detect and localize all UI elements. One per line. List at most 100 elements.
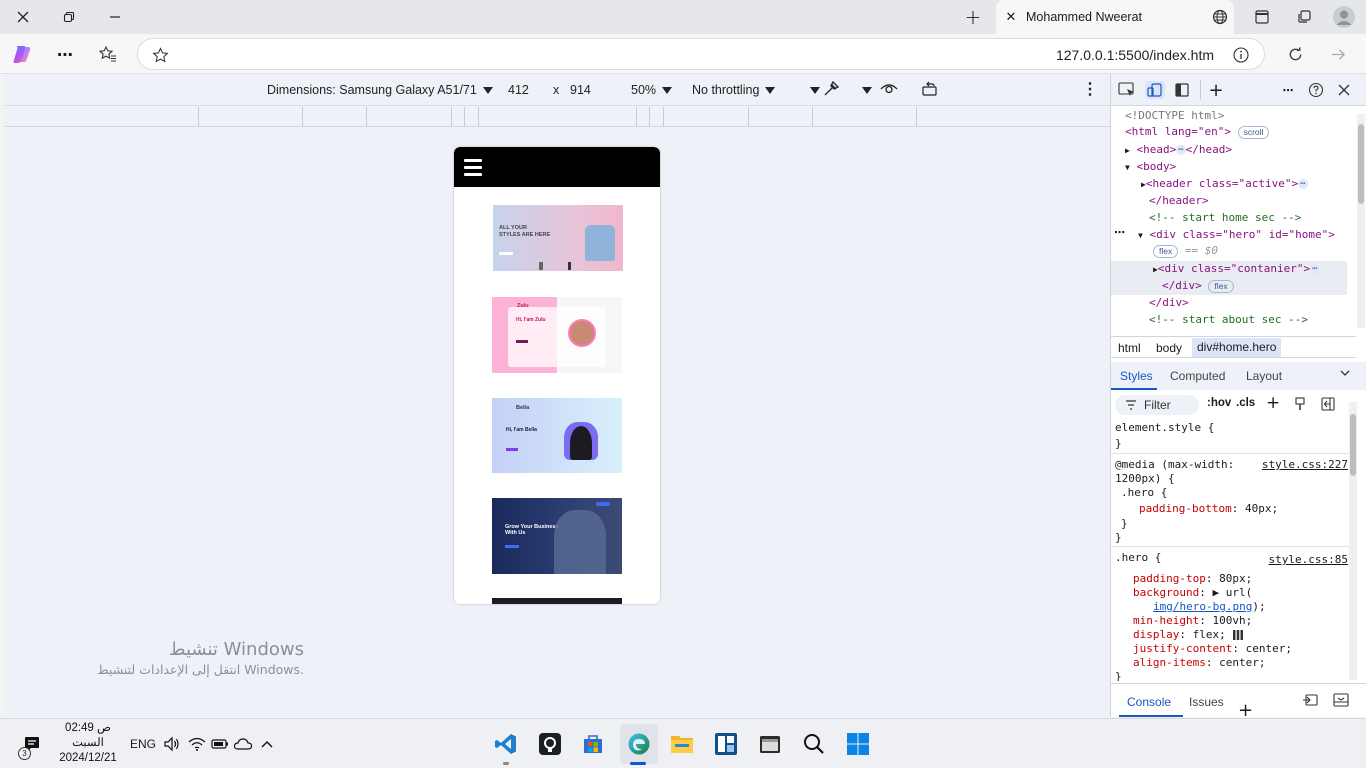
emulated-page[interactable]: ALL YOUR STYLES ARE HERE Zulu Hi, I'am Z… <box>454 147 660 604</box>
vision-deficiency-select[interactable] <box>856 83 872 97</box>
ruler-segment[interactable] <box>366 107 367 126</box>
padding-top-declaration[interactable]: padding-top: 80px; <box>1133 572 1252 585</box>
dock-drawer-button[interactable] <box>1302 693 1318 710</box>
ruler-segment[interactable] <box>302 107 303 126</box>
taskbar-edge[interactable] <box>626 731 652 757</box>
taskbar-terminal[interactable] <box>757 731 783 757</box>
elements-scrollbar[interactable] <box>1357 114 1365 328</box>
inspect-element-button[interactable] <box>1117 81 1137 99</box>
hero-selector-media[interactable]: .hero { <box>1121 486 1167 499</box>
clock[interactable]: 02:49 ص السبت 2024/12/21 <box>58 721 118 766</box>
ruler-segment[interactable] <box>748 107 749 126</box>
media-query-ruler[interactable] <box>4 107 1110 127</box>
more-tools-button[interactable]: + <box>1206 80 1226 101</box>
ruler-segment[interactable] <box>451 107 452 126</box>
dom-container-node[interactable]: ▶<div class="contanier"> ⋯ <box>1153 262 1320 275</box>
hero-selector[interactable]: .hero { <box>1115 551 1161 564</box>
scrollbar-thumb[interactable] <box>1358 124 1364 204</box>
device-toggle-button[interactable] <box>1145 81 1165 99</box>
new-style-rule-button[interactable]: + <box>1266 393 1280 413</box>
collections-button[interactable] <box>1291 5 1317 29</box>
dom-doctype[interactable]: <!DOCTYPE html> <box>1125 109 1224 122</box>
project-thumbnail[interactable]: Zulu Hi, I'am Zulu <box>492 297 622 373</box>
flexbox-editor-icon[interactable] <box>1232 629 1244 641</box>
zoom-select[interactable]: 50% <box>631 83 673 97</box>
new-tab-button[interactable]: + <box>960 5 986 29</box>
minimize-window-button[interactable] <box>92 0 138 34</box>
ellipsis-icon[interactable]: ⋯ <box>1310 264 1320 274</box>
restore-window-button[interactable] <box>46 0 92 34</box>
dom-hero-close[interactable]: </div> <box>1149 296 1189 309</box>
tab-close-icon[interactable]: ✕ <box>996 10 1026 25</box>
scroll-badge[interactable]: scroll <box>1237 125 1270 139</box>
project-thumbnail[interactable]: ALL YOUR STYLES ARE HERE <box>493 205 623 271</box>
cls-toggle[interactable]: .cls <box>1236 397 1255 409</box>
collapse-triangle-icon[interactable]: ▼ <box>1138 231 1143 240</box>
tab-computed[interactable]: Computed <box>1170 369 1225 383</box>
justify-content-declaration[interactable]: justify-content: center; <box>1133 642 1292 655</box>
ruler-segment[interactable] <box>464 107 465 126</box>
tab-console[interactable]: Console <box>1127 695 1171 709</box>
ruler-segment[interactable] <box>663 107 664 126</box>
node-actions-icon[interactable]: ⋯ <box>1114 226 1125 239</box>
show-hidden-icons-button[interactable] <box>254 731 280 757</box>
help-button[interactable] <box>1306 81 1326 99</box>
sensors-button[interactable] <box>822 80 840 101</box>
ruler-segment[interactable] <box>812 107 813 126</box>
tab-issues[interactable]: Issues <box>1189 695 1224 709</box>
project-thumbnail[interactable] <box>492 598 622 604</box>
add-favorite-button[interactable] <box>150 45 170 65</box>
expand-triangle-icon[interactable]: ▶ <box>1125 146 1130 155</box>
dom-comment-about[interactable]: <!-- start about sec --> <box>1149 313 1308 326</box>
more-tabs-button[interactable] <box>1339 367 1351 382</box>
forward-button[interactable] <box>1327 43 1349 65</box>
background-declaration[interactable]: background: ▶ url( <box>1133 586 1252 599</box>
dom-header-close[interactable]: </header> <box>1149 194 1209 207</box>
display-declaration[interactable]: display: flex; <box>1133 628 1244 641</box>
copilot-button[interactable] <box>10 42 34 66</box>
height-input[interactable]: 914 <box>570 83 591 97</box>
hov-toggle[interactable]: :hov <box>1207 397 1231 409</box>
styles-scrollbar[interactable] <box>1349 402 1357 680</box>
flex-badge[interactable]: flex <box>1153 244 1179 258</box>
throttling-select[interactable]: No throttling <box>692 83 776 97</box>
profile-button[interactable] <box>1331 5 1357 29</box>
start-button[interactable] <box>845 731 871 757</box>
hamburger-menu-icon[interactable] <box>464 159 482 180</box>
background-url-line[interactable]: img/hero-bg.png); <box>1153 600 1266 613</box>
taskbar-github[interactable] <box>537 731 563 757</box>
dom-head-node[interactable]: ▶ <head> ⋯ </head> <box>1125 143 1232 156</box>
taskbar-vscode[interactable] <box>493 731 519 757</box>
ellipsis-icon[interactable]: ⋯ <box>1176 145 1186 155</box>
browser-essentials-button[interactable] <box>1207 5 1233 29</box>
split-screen-button[interactable] <box>1249 5 1275 29</box>
browser-tab[interactable]: ✕ Mohammed Nweerat <box>996 0 1234 34</box>
taskbar-search[interactable] <box>801 731 827 757</box>
scrollbar-thumb[interactable] <box>1350 414 1356 476</box>
align-items-declaration[interactable]: align-items: center; <box>1133 656 1265 669</box>
taskbar-store[interactable] <box>580 731 606 757</box>
element-style-selector[interactable]: element.style { <box>1115 421 1214 434</box>
favorites-button[interactable] <box>97 42 119 66</box>
address-bar[interactable]: 127.0.0.1:5500/index.htm <box>137 38 1265 70</box>
ellipsis-icon[interactable]: ⋯ <box>1298 179 1308 189</box>
tab-layout[interactable]: Layout <box>1246 369 1282 383</box>
refresh-button[interactable] <box>1284 43 1306 65</box>
taskbar-photos[interactable] <box>713 731 739 757</box>
elements-tree[interactable]: <!DOCTYPE html> <html lang="en"> scroll … <box>1111 107 1356 331</box>
width-input[interactable]: 412 <box>508 83 529 97</box>
more-options-button[interactable]: ⋯ <box>54 42 76 66</box>
dock-side-button[interactable] <box>1172 81 1192 99</box>
breadcrumb-div-hero[interactable]: div#home.hero <box>1192 338 1282 357</box>
close-drawer-button[interactable] <box>1333 693 1349 710</box>
project-thumbnail[interactable]: Bella Hi, I'am Bella <box>492 398 622 473</box>
breadcrumb-html[interactable]: html <box>1118 341 1141 355</box>
save-data-select[interactable] <box>804 83 820 97</box>
onedrive-button[interactable] <box>230 731 256 757</box>
dimensions-select[interactable]: Dimensions: Samsung Galaxy A51/71 <box>267 83 493 97</box>
ruler-segment[interactable] <box>198 107 199 126</box>
dom-html-node[interactable]: <html lang="en"> scroll <box>1125 125 1270 139</box>
toggle-sidebar-button[interactable] <box>1321 397 1335 414</box>
min-height-declaration[interactable]: min-height: 100vh; <box>1133 614 1252 627</box>
language-indicator[interactable]: ENG <box>130 737 156 751</box>
